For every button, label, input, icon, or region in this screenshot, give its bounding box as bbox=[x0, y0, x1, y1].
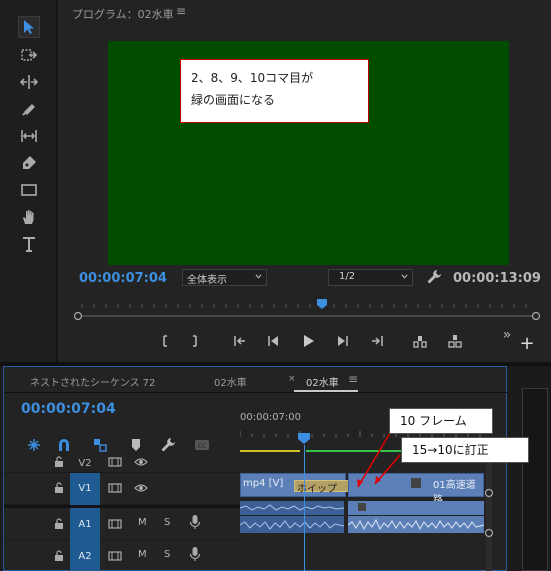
callout-correction: 15→10に訂正 bbox=[401, 437, 529, 463]
annotation-arrows bbox=[357, 432, 401, 488]
callout-frames: 10 フレーム bbox=[389, 408, 493, 434]
